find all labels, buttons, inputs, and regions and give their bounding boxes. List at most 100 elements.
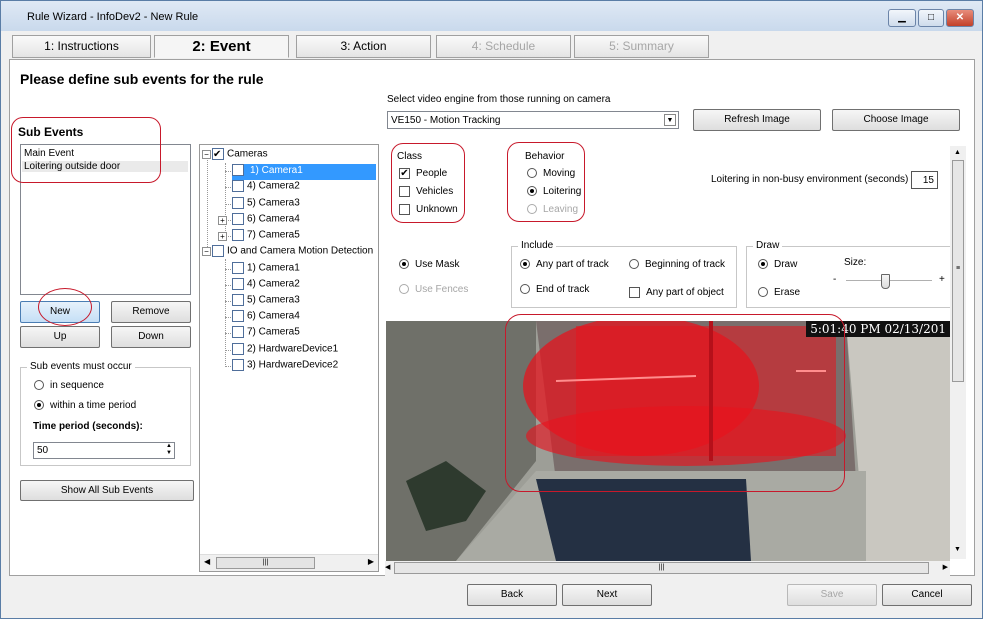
checkbox-icon[interactable]: ✔ [232, 164, 244, 176]
io-device-label: 4) Camera2 [247, 278, 300, 290]
include-label: Include [518, 240, 557, 251]
tree-node-camera[interactable]: +7) Camera5 [218, 229, 300, 245]
annotation-circle [507, 142, 585, 222]
radio-icon [34, 400, 44, 411]
engine-select[interactable]: VE150 - Motion Tracking ▼ [387, 111, 679, 129]
use-fences-label: Use Fences [415, 284, 469, 295]
checkbox-icon[interactable] [232, 180, 244, 192]
show-all-sub-events-button[interactable]: Show All Sub Events [20, 480, 194, 501]
tab-event[interactable]: 2: Event [154, 35, 289, 58]
checkbox-icon[interactable] [232, 262, 244, 274]
scroll-right-icon[interactable]: ▶ [943, 563, 948, 571]
minimize-button[interactable]: ▁ [888, 9, 916, 27]
scroll-thumb[interactable]: ≡ [952, 160, 964, 382]
any-part-of-object-checkbox[interactable]: Any part of object [629, 287, 724, 298]
scroll-down-icon[interactable]: ▼ [954, 546, 961, 553]
tree-node-io-device[interactable]: 2) HardwareDevice1 [232, 343, 338, 359]
time-period-radio[interactable]: within a time period [34, 400, 136, 411]
time-period-stepper[interactable]: 50 ▲ ▼ [33, 442, 175, 459]
checkbox-icon[interactable] [232, 326, 244, 338]
radio-icon [520, 284, 530, 295]
cancel-button[interactable]: Cancel [882, 584, 972, 606]
camera-label: 7) Camera5 [247, 229, 300, 241]
spin-arrows-icon[interactable]: ▲ ▼ [166, 443, 172, 457]
tree-node-io-device[interactable]: 6) Camera4 [232, 310, 300, 326]
engine-label: Select video engine from those running o… [387, 94, 611, 105]
tree-node-io[interactable]: − IO and Camera Motion Detection [202, 245, 373, 261]
radio-icon [399, 259, 409, 270]
draw-radio[interactable]: Draw [758, 259, 797, 270]
next-button[interactable]: Next [562, 584, 652, 606]
scroll-right-icon[interactable]: ▶ [368, 557, 374, 566]
chevron-down-icon[interactable]: ▼ [664, 114, 676, 126]
annotation-circle [11, 117, 161, 183]
checkbox-icon[interactable] [232, 278, 244, 290]
checkbox-icon[interactable] [232, 294, 244, 306]
tree-node-camera[interactable]: 4) Camera2 [232, 180, 300, 196]
checkbox-icon[interactable] [232, 213, 244, 225]
checkbox-icon[interactable] [232, 359, 244, 371]
tab-instructions[interactable]: 1: Instructions [12, 35, 151, 58]
any-part-label: Any part of track [536, 259, 609, 270]
expand-icon[interactable]: + [218, 232, 227, 241]
close-button[interactable]: ✕ [946, 9, 974, 27]
any-part-of-track-radio[interactable]: Any part of track [520, 259, 609, 270]
title-bar: Rule Wizard - InfoDev2 - New Rule ▁ □ ✕ [1, 1, 982, 31]
collapse-icon[interactable]: − [202, 149, 211, 159]
checkbox-icon[interactable] [232, 343, 244, 355]
tree-node-camera[interactable]: +6) Camera4 [218, 213, 300, 229]
tab-action[interactable]: 3: Action [296, 35, 431, 58]
in-sequence-radio[interactable]: in sequence [34, 380, 104, 391]
checkbox-icon[interactable] [232, 229, 244, 241]
end-of-track-radio[interactable]: End of track [520, 284, 589, 295]
io-device-label: 7) Camera5 [247, 326, 300, 338]
tree-node-io-device[interactable]: 7) Camera5 [232, 326, 300, 342]
time-period-value: 50 [37, 445, 49, 456]
radio-icon [758, 259, 768, 270]
back-button[interactable]: Back [467, 584, 557, 606]
checkbox-icon[interactable] [232, 197, 244, 209]
scroll-thumb[interactable]: ||| [394, 562, 929, 574]
tree-node-io-device[interactable]: 1) Camera1 [232, 262, 300, 278]
tree-node-io-device[interactable]: 4) Camera2 [232, 278, 300, 294]
tree-node-io-device[interactable]: 3) HardwareDevice2 [232, 359, 338, 375]
video-horizontal-scrollbar[interactable]: ◀ ||| ▶ [385, 561, 950, 576]
io-device-label: 2) HardwareDevice1 [247, 343, 339, 355]
scroll-left-icon[interactable]: ◀ [385, 563, 390, 571]
tree-node-io-device[interactable]: 5) Camera3 [232, 294, 300, 310]
loitering-time-input[interactable]: 15 [911, 171, 938, 189]
window-title: Rule Wizard - InfoDev2 - New Rule [27, 11, 199, 23]
tree-node-camera[interactable]: ✔ 1) Camera1 [232, 164, 376, 180]
refresh-image-button[interactable]: Refresh Image [693, 109, 821, 131]
checkbox-icon[interactable] [212, 245, 224, 257]
collapse-icon[interactable]: − [202, 246, 211, 256]
choose-image-button[interactable]: Choose Image [832, 109, 960, 131]
tab-schedule: 4: Schedule [436, 35, 571, 58]
tree-node-camera[interactable]: 5) Camera3 [232, 197, 300, 213]
tree-node-cameras[interactable]: − ✔ Cameras [202, 148, 268, 164]
size-label: Size: [844, 257, 867, 268]
remove-button[interactable]: Remove [111, 301, 191, 323]
time-period-label: Time period (seconds): [33, 421, 143, 432]
maximize-button[interactable]: □ [918, 9, 944, 27]
io-device-label: 3) HardwareDevice2 [247, 359, 339, 371]
camera-label: 1) Camera1 [247, 164, 306, 176]
up-button[interactable]: Up [20, 326, 100, 348]
scroll-thumb[interactable]: ||| [216, 557, 315, 569]
checkbox-icon[interactable] [232, 310, 244, 322]
beginning-of-track-radio[interactable]: Beginning of track [629, 259, 725, 270]
radio-icon [34, 380, 44, 391]
size-slider-thumb[interactable] [881, 274, 890, 289]
draw-label: Draw [753, 240, 783, 251]
check-icon[interactable]: ✔ [212, 148, 224, 160]
scroll-left-icon[interactable]: ◀ [204, 557, 210, 566]
io-device-label: 6) Camera4 [247, 310, 300, 322]
scroll-up-icon[interactable]: ▲ [954, 149, 961, 156]
options-vertical-scrollbar[interactable]: ▲ ≡ ▼ [950, 146, 966, 559]
erase-radio[interactable]: Erase [758, 287, 800, 298]
save-button: Save [787, 584, 877, 606]
use-mask-radio[interactable]: Use Mask [399, 259, 459, 270]
down-button[interactable]: Down [111, 326, 191, 348]
tree-horizontal-scrollbar[interactable]: ◀ ||| ▶ [200, 554, 378, 571]
expand-icon[interactable]: + [218, 216, 227, 225]
